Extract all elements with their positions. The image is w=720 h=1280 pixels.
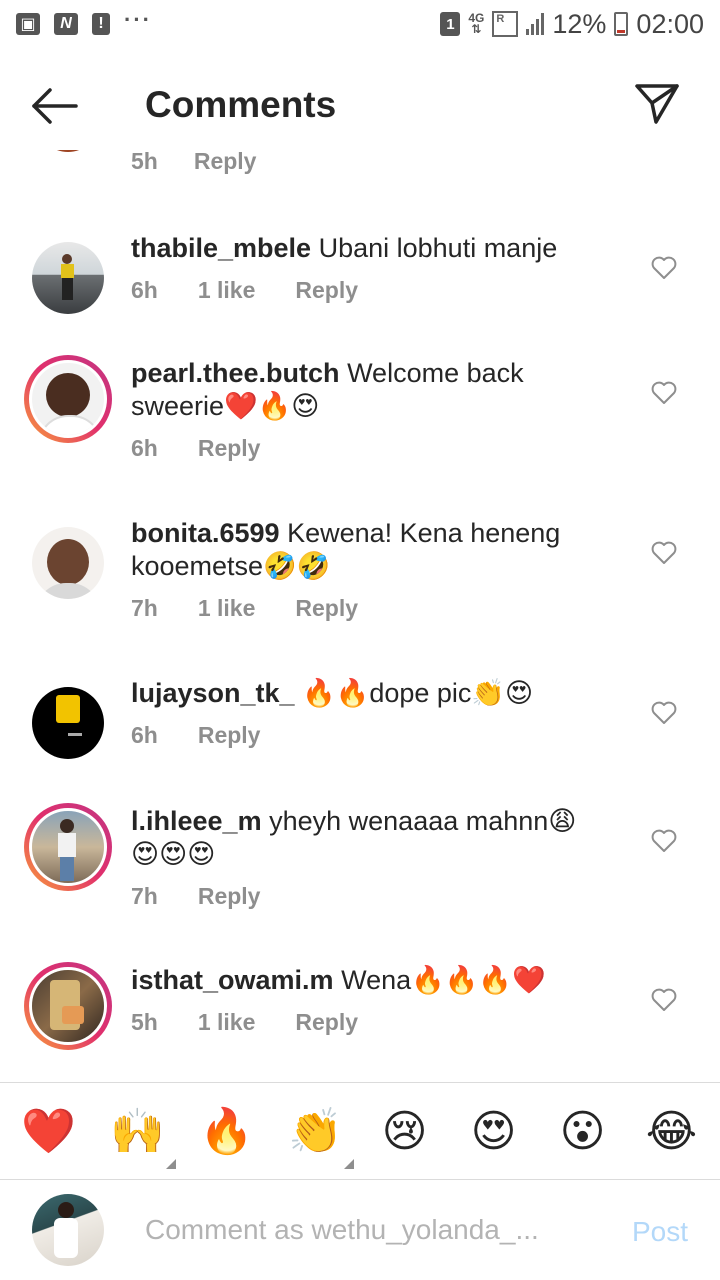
reply-button[interactable]: Reply	[198, 883, 261, 910]
alert-notification-icon: !	[92, 13, 110, 35]
sim-slot-icon: 1	[440, 12, 461, 36]
comments-list[interactable]: 5h Reply thabile_mbele Ubani lobhuti manj…	[0, 150, 720, 1082]
like-heart-icon[interactable]	[651, 701, 677, 725]
comment-time: 5h	[131, 150, 158, 174]
comment-username[interactable]: lujayson_tk_	[131, 678, 295, 708]
network-type-icon: 4G ⇅	[468, 11, 485, 36]
gallery-notification-icon: ▣	[16, 13, 40, 35]
emoji-glyph: 🙌	[110, 1106, 165, 1157]
emoji-surprised-button[interactable]: 😮	[551, 1106, 615, 1157]
comment-time: 6h	[131, 435, 158, 461]
comment-text: pearl.thee.butch Welcome back sweerie❤️🔥…	[131, 357, 601, 423]
back-arrow-icon[interactable]	[30, 86, 80, 126]
emoji-laughing-button[interactable]: 😂	[640, 1106, 704, 1157]
reply-button[interactable]: Reply	[198, 435, 261, 462]
skin-tone-indicator-icon	[343, 1159, 354, 1169]
comment-composer: Comment as wethu_yolanda_... Post	[0, 1181, 720, 1280]
comment-username[interactable]: bonita.6599	[131, 518, 280, 548]
comment-body: Wena🔥🔥🔥❤️	[341, 965, 546, 995]
like-heart-icon[interactable]	[651, 829, 677, 853]
comment-username[interactable]: isthat_owami.m	[131, 965, 334, 995]
current-user-avatar	[32, 1194, 104, 1266]
likes-count[interactable]: 1 like	[198, 277, 256, 304]
avatar[interactable]	[24, 962, 112, 1050]
likes-count[interactable]: 1 like	[198, 595, 256, 622]
reply-button[interactable]: Reply	[295, 595, 358, 622]
status-bar: ▣ N ! ··· 1 4G ⇅ R 12% 02:00	[0, 0, 720, 48]
emoji-crying-button[interactable]: 😢	[373, 1106, 437, 1157]
n-notification-icon: N	[54, 13, 78, 35]
emoji-clap-button[interactable]: 👏	[284, 1105, 354, 1169]
reply-button[interactable]: Reply	[194, 150, 257, 174]
skin-tone-indicator-icon	[165, 1159, 176, 1169]
like-heart-icon[interactable]	[651, 256, 677, 280]
comment-username[interactable]: pearl.thee.butch	[131, 358, 340, 388]
emoji-fire-button[interactable]: 🔥	[195, 1105, 259, 1157]
header: Comments	[0, 58, 720, 154]
page-title: Comments	[145, 84, 337, 125]
avatar[interactable]	[24, 679, 112, 767]
emoji-quick-bar: ❤️ 🙌 🔥 👏 😢 😍 😮 😂	[0, 1082, 720, 1180]
battery-icon	[614, 12, 629, 36]
emoji-heart-button[interactable]: ❤️	[17, 1105, 81, 1157]
post-button[interactable]: Post	[632, 1216, 688, 1248]
like-heart-icon[interactable]	[651, 381, 677, 405]
comment-text: isthat_owami.m Wena🔥🔥🔥❤️	[131, 964, 601, 997]
comment-text: bonita.6599 Kewena! Kena heneng kooemets…	[131, 517, 601, 583]
comment-time: 7h	[131, 883, 158, 909]
comment-time: 7h	[131, 595, 158, 621]
emoji-glyph: 👏	[288, 1106, 343, 1157]
like-heart-icon[interactable]	[651, 541, 677, 565]
avatar[interactable]	[24, 803, 112, 891]
share-send-icon[interactable]	[634, 82, 680, 126]
like-heart-icon[interactable]	[651, 988, 677, 1012]
comment-username[interactable]: thabile_mbele	[131, 233, 311, 263]
comment-username[interactable]: l.ihleee_m	[131, 806, 262, 836]
partial-comment: 5h Reply	[0, 150, 720, 178]
comment-text: lujayson_tk_ 🔥🔥dope pic👏😍	[131, 677, 601, 710]
more-notifications-icon: ···	[124, 7, 152, 32]
avatar[interactable]	[24, 234, 112, 322]
avatar[interactable]	[24, 519, 112, 607]
emoji-heart-eyes-button[interactable]: 😍	[462, 1106, 526, 1157]
reply-button[interactable]: Reply	[295, 1009, 358, 1036]
avatar[interactable]	[24, 355, 112, 443]
comment-time: 6h	[131, 722, 158, 748]
comment-body: Ubani lobhuti manje	[318, 233, 558, 263]
clock: 02:00	[636, 8, 704, 39]
comment-time: 6h	[131, 277, 158, 303]
likes-count[interactable]: 1 like	[198, 1009, 256, 1036]
reply-button[interactable]: Reply	[198, 722, 261, 749]
signal-icon	[526, 13, 545, 35]
comment-body: 🔥🔥dope pic👏😍	[302, 678, 534, 708]
comment-time: 5h	[131, 1009, 158, 1035]
comment-input[interactable]: Comment as wethu_yolanda_...	[145, 1214, 539, 1246]
roaming-icon: R	[492, 11, 519, 37]
emoji-raising-hands-button[interactable]: 🙌	[106, 1105, 176, 1169]
avatar[interactable]	[36, 150, 100, 152]
comment-text: thabile_mbele Ubani lobhuti manje	[131, 232, 601, 265]
reply-button[interactable]: Reply	[295, 277, 358, 304]
comment-text: l.ihleee_m yheyh wenaaaa mahnn😩😍😍😍	[131, 805, 601, 871]
battery-percent: 12%	[552, 8, 607, 39]
